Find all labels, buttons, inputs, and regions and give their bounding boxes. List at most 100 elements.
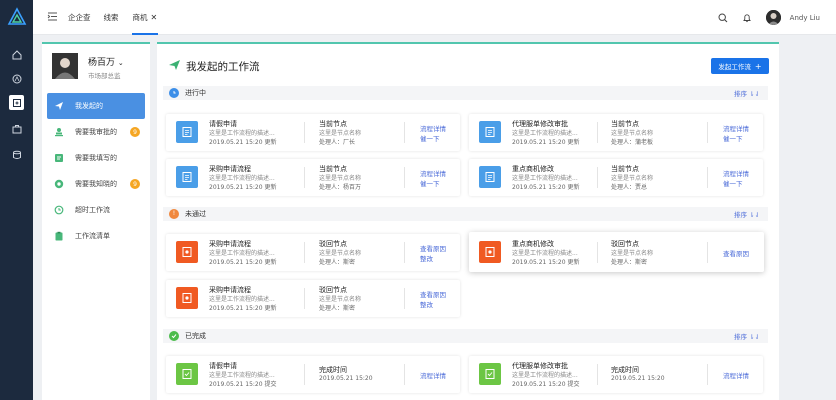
sidebar-item-label: 超时工作流 (75, 206, 110, 214)
divider (304, 364, 305, 385)
divider (707, 364, 708, 385)
card-date: 2019.05.21 15:20 更新 (209, 182, 277, 191)
rectify-link[interactable]: 整改 (420, 253, 433, 263)
workflow-card[interactable]: 采购申请流程 这里是工作流程的描述... 2019.05.21 15:20 更新… (166, 280, 460, 317)
document-icon (176, 287, 198, 309)
sidebar-item-list[interactable]: 工作流清单 (47, 223, 145, 249)
tab-bar: 企企查 线索 商机 ✕ (68, 0, 159, 35)
send-icon (53, 100, 65, 112)
card-desc: 这里是工作流程的描述... (209, 130, 275, 137)
workflow-card[interactable]: 重点商机修改 这里是工作流程的描述... 2019.05.21 15:20 更新… (469, 232, 764, 272)
detail-link[interactable]: 流程详情 (420, 123, 446, 133)
send-icon (169, 60, 180, 70)
card-date-suffix: 提交 (567, 381, 580, 388)
remind-link[interactable]: 催一下 (420, 133, 440, 143)
database-icon[interactable] (9, 147, 24, 162)
sidebar-item-fill[interactable]: 需要我填写的 (47, 145, 145, 171)
compass-icon[interactable] (9, 71, 24, 86)
view-reason-link[interactable]: 查看原因 (420, 243, 446, 253)
node-sub: 这里是节点名称 (319, 296, 362, 303)
card-date: 2019.05.21 15:20 更新 (512, 182, 580, 191)
divider (304, 242, 305, 263)
alert-icon: ! (169, 209, 179, 219)
workflow-card[interactable]: 采购申请流程 这里是工作流程的描述... 2019.05.21 15:20 更新… (166, 234, 460, 271)
section-in-progress: 进行中 排序 ⇂⇃ (163, 86, 768, 100)
divider (707, 167, 708, 188)
remind-link[interactable]: 催一下 (420, 178, 440, 188)
workflow-card[interactable]: 代理服单修改审批 这里是工作流程的描述... 2019.05.21 15:20 … (469, 356, 763, 393)
detail-link[interactable]: 流程详情 (420, 370, 446, 380)
user-panel: 杨百万 ⌄ 市场部总监 我发起的 需要我审批的 9 需要我填写的 需要我知晓的 … (42, 42, 150, 400)
node-handler: 处理人：厂长 (319, 139, 356, 146)
app-rail (0, 0, 33, 400)
clock-icon (53, 204, 65, 216)
workflow-card[interactable]: 请假申请 这里是工作流程的描述... 2019.05.21 15:20 提交 完… (166, 356, 460, 393)
rectify-link[interactable]: 整改 (420, 299, 433, 309)
remind-link[interactable]: 催一下 (723, 178, 743, 188)
sidebar-item-aware[interactable]: 需要我知晓的 9 (47, 171, 145, 197)
close-icon[interactable]: ✕ (151, 13, 158, 22)
workflow-icon[interactable] (9, 95, 24, 110)
card-desc: 这里是工作流程的描述... (209, 250, 275, 257)
remind-link[interactable]: 催一下 (723, 133, 743, 143)
workflow-card[interactable]: 采购申请流程 这里是工作流程的描述... 2019.05.21 15:20 更新… (166, 159, 460, 196)
workflow-card[interactable]: 请假申请 这里是工作流程的描述... 2019.05.21 15:20 更新 当… (166, 114, 460, 151)
section-label: 已完成 (185, 332, 206, 340)
tab-opportunity[interactable]: 商机 ✕ (131, 0, 159, 35)
node-title: 完成时间 (319, 366, 347, 374)
start-workflow-button[interactable]: 发起工作流 + (711, 58, 769, 74)
detail-link[interactable]: 流程详情 (723, 370, 749, 380)
start-workflow-label: 发起工作流 (718, 63, 751, 71)
briefcase-icon[interactable] (9, 121, 24, 136)
sort-button[interactable]: 排序 ⇂⇃ (734, 209, 760, 219)
bell-icon[interactable] (740, 11, 754, 25)
card-date-suffix: 更新 (264, 259, 277, 266)
sidebar-item-initiated[interactable]: 我发起的 (47, 93, 145, 119)
top-bar: 企企查 线索 商机 ✕ Andy Liu (33, 0, 836, 35)
count-badge: 9 (130, 179, 140, 189)
sidebar-item-approve[interactable]: 需要我审批的 9 (47, 119, 145, 145)
avatar[interactable] (765, 10, 781, 25)
workflow-card[interactable]: 重点商机修改 这里是工作流程的描述... 2019.05.21 15:20 更新… (469, 159, 763, 196)
divider (597, 167, 598, 188)
divider (304, 288, 305, 309)
detail-link[interactable]: 流程详情 (723, 168, 749, 178)
sidebar-list: 我发起的 需要我审批的 9 需要我填写的 需要我知晓的 9 超时工作流 工作流清… (42, 93, 150, 249)
divider (597, 122, 598, 143)
node-sub: 这里是节点名称 (611, 250, 654, 257)
detail-link[interactable]: 流程详情 (420, 168, 446, 178)
card-desc: 这里是工作流程的描述... (512, 130, 578, 137)
card-date-value: 2019.05.21 15:20 (512, 381, 566, 388)
top-right-tools: Andy Liu (706, 0, 820, 35)
view-reason-link[interactable]: 查看原因 (420, 289, 446, 299)
section-label: 未通过 (185, 210, 206, 218)
card-date: 2019.05.21 15:20 更新 (512, 257, 580, 266)
username[interactable]: Andy Liu (790, 14, 820, 22)
detail-link[interactable]: 流程详情 (723, 123, 749, 133)
sort-icon: ⇂⇃ (749, 211, 760, 219)
sidebar-item-timeout[interactable]: 超时工作流 (47, 197, 145, 223)
card-date-value: 2019.05.21 15:20 (512, 184, 566, 191)
menu-toggle-icon[interactable] (47, 11, 58, 22)
user-name[interactable]: 杨百万 ⌄ (88, 55, 124, 68)
tab-qiqicha[interactable]: 企企查 (68, 0, 91, 35)
sort-button[interactable]: 排序 ⇂⇃ (734, 88, 760, 98)
sidebar-item-label: 我发起的 (75, 102, 103, 110)
stamp-icon (53, 126, 65, 138)
view-reason-link[interactable]: 查看原因 (723, 248, 749, 258)
divider (404, 167, 405, 188)
document-icon (176, 363, 198, 385)
card-desc: 这里是工作流程的描述... (512, 372, 578, 379)
divider (597, 242, 598, 263)
card-date-suffix: 更新 (264, 139, 277, 146)
main-panel: 我发起的工作流 发起工作流 + 进行中 排序 ⇂⇃ 请假申请 这里是工作流程的描述… (157, 42, 779, 400)
card-date-suffix: 更新 (567, 184, 580, 191)
home-icon[interactable] (9, 47, 24, 62)
workflow-card[interactable]: 代理服单修改审批 这里是工作流程的描述... 2019.05.21 15:20 … (469, 114, 763, 151)
tab-leads[interactable]: 线索 (104, 0, 119, 35)
sort-icon: ⇂⇃ (749, 90, 760, 98)
sort-button[interactable]: 排序 ⇂⇃ (734, 331, 760, 341)
sidebar-item-label: 需要我填写的 (75, 154, 117, 162)
document-icon (479, 121, 501, 143)
search-icon[interactable] (716, 11, 730, 25)
